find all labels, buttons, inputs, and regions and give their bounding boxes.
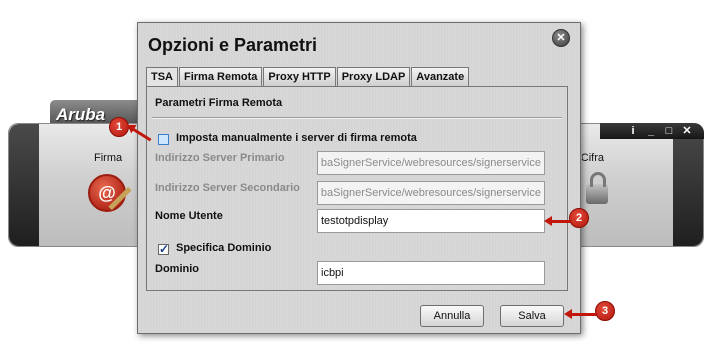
cancel-button[interactable]: Annulla [420, 305, 484, 327]
encrypt-label: Cifra [582, 152, 604, 164]
specify-domain-label: Specifica Dominio [176, 242, 272, 254]
background-window-controls: i _ □ ✕ [600, 123, 704, 139]
close-icon[interactable]: ✕ [552, 29, 570, 47]
lock-icon[interactable] [586, 172, 608, 204]
secondary-server-input[interactable] [317, 181, 545, 205]
callout-arrow [544, 216, 570, 226]
username-input[interactable] [317, 209, 545, 233]
callout-marker: 2 [569, 208, 589, 228]
manual-servers-label: Imposta manualmente i server di firma re… [176, 132, 417, 144]
section-divider [152, 117, 562, 119]
settings-panel: Parametri Firma Remota Imposta manualmen… [146, 86, 568, 291]
options-dialog: Opzioni e Parametri ✕ TSA Firma Remota P… [137, 22, 581, 334]
callout-arrow [564, 309, 596, 319]
save-button[interactable]: Salva [500, 305, 564, 327]
minimize-icon[interactable]: _ [644, 124, 658, 138]
tab-firma-remota[interactable]: Firma Remota [179, 67, 263, 86]
domain-label: Dominio [155, 263, 199, 275]
tab-bar: TSA Firma Remota Proxy HTTP Proxy LDAP A… [146, 67, 470, 87]
specify-domain-checkbox[interactable] [158, 242, 169, 256]
primary-server-label: Indirizzo Server Primario [155, 152, 285, 164]
section-title: Parametri Firma Remota [155, 97, 283, 109]
primary-server-input[interactable] [317, 151, 545, 175]
domain-input[interactable] [317, 261, 545, 285]
tab-avanzate[interactable]: Avanzate [411, 67, 470, 86]
callout-marker: 3 [595, 301, 615, 321]
tab-proxy-http[interactable]: Proxy HTTP [263, 67, 336, 86]
tab-tsa[interactable]: TSA [146, 67, 178, 87]
dialog-title: Opzioni e Parametri [148, 35, 318, 55]
info-icon[interactable]: i [626, 124, 640, 138]
manual-servers-checkbox[interactable] [158, 134, 169, 145]
username-label: Nome Utente [155, 210, 223, 222]
window-right-edge [673, 124, 703, 246]
close-icon[interactable]: ✕ [680, 124, 694, 138]
tab-proxy-ldap[interactable]: Proxy LDAP [336, 67, 411, 86]
maximize-icon[interactable]: □ [662, 124, 676, 138]
secondary-server-label: Indirizzo Server Secondario [155, 182, 300, 194]
sign-label: Firma [94, 152, 123, 164]
window-left-edge [9, 124, 39, 246]
